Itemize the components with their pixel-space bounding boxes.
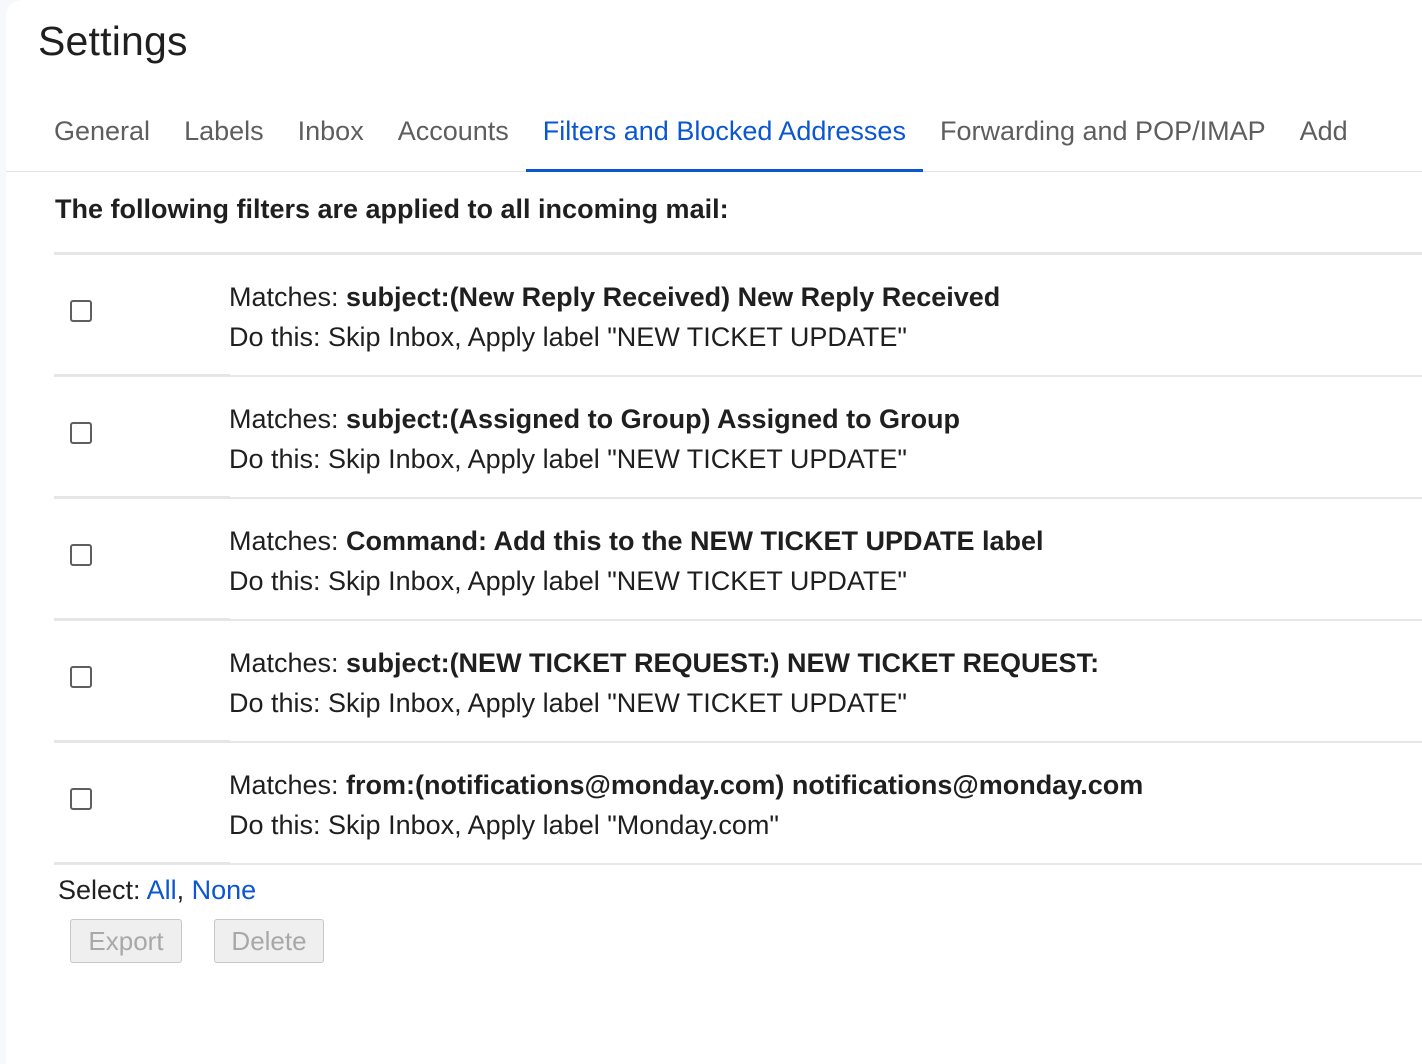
filter-matches-line: Matches: subject:(New Reply Received) Ne… [229,277,1000,317]
tab-inbox[interactable]: Inbox [281,96,381,171]
export-button[interactable]: Export [70,919,182,963]
select-separator: , [176,875,192,905]
filter-description[interactable]: Matches: subject:(NEW TICKET REQUEST:) N… [229,643,1099,723]
action-prefix: Do this: [229,322,329,352]
filter-action-line: Do this: Skip Inbox, Apply label "Monday… [229,805,1143,845]
filter-matches-line: Matches: subject:(NEW TICKET REQUEST:) N… [229,643,1099,683]
filter-description[interactable]: Matches: from:(notifications@monday.com)… [229,765,1143,845]
filter-row: Matches: subject:(NEW TICKET REQUEST:) N… [54,621,1422,743]
filter-action-line: Do this: Skip Inbox, Apply label "NEW TI… [229,683,1099,723]
filter-matches-line: Matches: subject:(Assigned to Group) Ass… [229,399,960,439]
filters-intro-heading: The following filters are applied to all… [55,194,729,224]
settings-tabs: General Labels Inbox Accounts Filters an… [6,96,1422,172]
filter-action-line: Do this: Skip Inbox, Apply label "NEW TI… [229,439,960,479]
filter-row: Matches: from:(notifications@monday.com)… [54,743,1422,865]
filter-action: Skip Inbox, Apply label "Monday.com" [328,810,779,840]
action-prefix: Do this: [229,566,329,596]
tab-labels[interactable]: Labels [167,96,281,171]
filter-criteria: subject:(New Reply Received) New Reply R… [346,282,1001,312]
action-prefix: Do this: [229,810,329,840]
filter-action: Skip Inbox, Apply label "NEW TICKET UPDA… [328,566,907,596]
filter-checkbox[interactable] [70,666,92,688]
filter-matches-line: Matches: Command: Add this to the NEW TI… [229,521,1044,561]
filter-matches-line: Matches: from:(notifications@monday.com)… [229,765,1143,805]
filter-checkbox[interactable] [70,422,92,444]
filter-criteria: subject:(Assigned to Group) Assigned to … [346,404,961,434]
filter-checkbox[interactable] [70,788,92,810]
select-all-link[interactable]: All [147,875,177,905]
filter-description[interactable]: Matches: subject:(New Reply Received) Ne… [229,277,1000,357]
filter-criteria: from:(notifications@monday.com) notifica… [346,770,1144,800]
delete-button[interactable]: Delete [214,919,324,963]
filter-description[interactable]: Matches: subject:(Assigned to Group) Ass… [229,399,960,479]
matches-prefix: Matches: [229,526,347,556]
filter-list: Matches: subject:(New Reply Received) Ne… [54,255,1422,865]
matches-prefix: Matches: [229,770,347,800]
action-prefix: Do this: [229,688,329,718]
filter-action: Skip Inbox, Apply label "NEW TICKET UPDA… [328,444,907,474]
filter-row: Matches: subject:(New Reply Received) Ne… [54,255,1422,377]
filter-action-line: Do this: Skip Inbox, Apply label "NEW TI… [229,561,1044,601]
filter-checkbox[interactable] [70,544,92,566]
filter-checkbox[interactable] [70,300,92,322]
tab-forwarding-and-pop-imap[interactable]: Forwarding and POP/IMAP [923,96,1283,171]
matches-prefix: Matches: [229,404,347,434]
tab-add-ons[interactable]: Add [1283,96,1365,171]
select-controls: Select: All, None [58,875,256,906]
select-none-link[interactable]: None [192,875,257,905]
tab-filters-and-blocked-addresses[interactable]: Filters and Blocked Addresses [525,96,924,172]
divider [230,863,1422,865]
filter-action: Skip Inbox, Apply label "NEW TICKET UPDA… [328,322,907,352]
filter-description[interactable]: Matches: Command: Add this to the NEW TI… [229,521,1044,601]
tab-general[interactable]: General [37,96,167,171]
filter-action-line: Do this: Skip Inbox, Apply label "NEW TI… [229,317,1000,357]
filter-criteria: Command: Add this to the NEW TICKET UPDA… [346,526,1044,556]
divider [54,862,230,865]
filter-row: Matches: Command: Add this to the NEW TI… [54,499,1422,621]
filter-row: Matches: subject:(Assigned to Group) Ass… [54,377,1422,499]
page-title: Settings [38,18,188,64]
select-label: Select: [58,875,147,905]
tab-accounts[interactable]: Accounts [381,96,526,171]
settings-panel: Settings General Labels Inbox Accounts F… [6,0,1422,1064]
matches-prefix: Matches: [229,648,347,678]
filter-action: Skip Inbox, Apply label "NEW TICKET UPDA… [328,688,907,718]
action-prefix: Do this: [229,444,329,474]
filter-criteria: subject:(NEW TICKET REQUEST:) NEW TICKET… [346,648,1100,678]
matches-prefix: Matches: [229,282,347,312]
